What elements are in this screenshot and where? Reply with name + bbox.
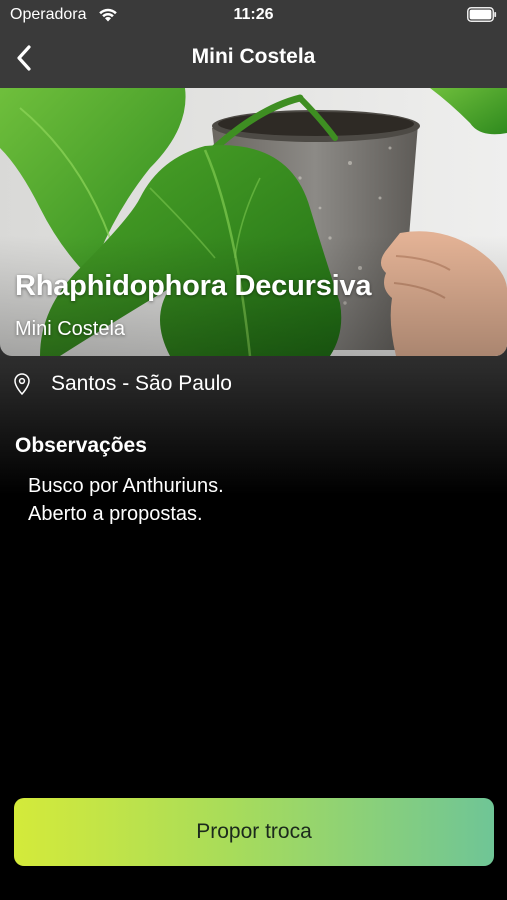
location-text: Santos - São Paulo — [51, 372, 232, 395]
page-title: Mini Costela — [191, 45, 316, 68]
plant-image — [0, 88, 507, 356]
status-bar: Operadora 11:26 — [0, 0, 507, 30]
battery-icon — [467, 7, 497, 22]
propose-trade-label: Propor troca — [196, 820, 312, 843]
observation-line: Aberto a propostas. — [28, 503, 203, 525]
observations-text: Busco por Anthuriuns. Aberto a propostas… — [28, 472, 224, 528]
plant-scientific-name: Rhaphidophora Decursiva — [15, 270, 372, 302]
plant-common-name: Mini Costela — [15, 318, 126, 340]
observations-title: Observações — [15, 434, 147, 457]
plant-detail-screen: Operadora 11:26 Mini Costela Rhaphidopho… — [0, 0, 507, 900]
location-row: Santos - São Paulo — [0, 366, 507, 402]
plant-photo — [0, 88, 507, 356]
map-pin-icon — [14, 373, 30, 396]
navigation-bar: Mini Costela — [0, 30, 507, 86]
observation-line: Busco por Anthuriuns. — [28, 475, 224, 497]
propose-trade-button[interactable]: Propor troca — [14, 798, 494, 866]
clock: 11:26 — [233, 6, 274, 23]
